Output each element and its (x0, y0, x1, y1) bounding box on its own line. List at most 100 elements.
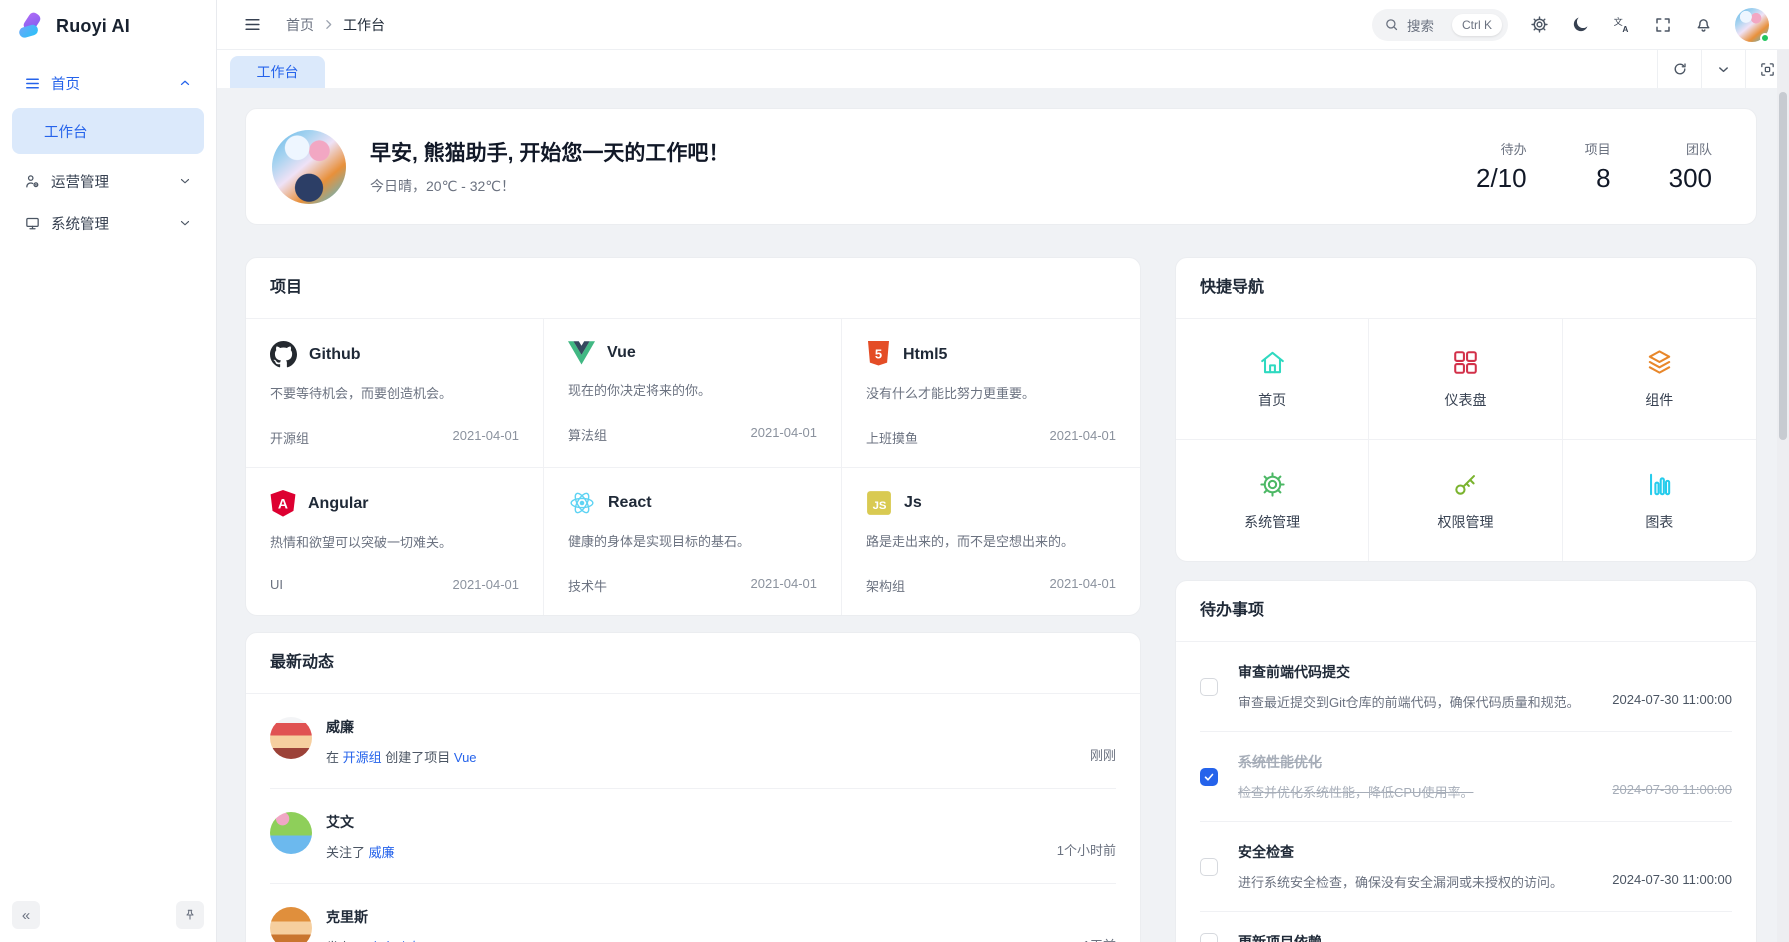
project-group: 架构组 (866, 576, 905, 595)
sidebar-item-operations[interactable]: 运营管理 (12, 160, 204, 202)
project-date: 2021-04-01 (453, 428, 520, 447)
project-date: 2021-04-01 (1050, 428, 1117, 447)
svg-text:JS: JS (873, 500, 887, 512)
quick-nav-dashboard[interactable]: 仪表盘 (1369, 319, 1562, 440)
tab-label: 工作台 (257, 62, 299, 82)
todo-title: 安全检查 (1238, 842, 1732, 862)
tab-workbench[interactable]: 工作台 (230, 56, 325, 88)
project-group: 上班摸鱼 (866, 428, 918, 447)
project-card-angular[interactable]: A Angular 热情和欲望可以突破一切难关。 UI 2021-04-01 (246, 468, 544, 615)
welcome-stats: 待办 2/10 项目 8 团队 300 (1476, 139, 1712, 194)
main-area: 首页 工作台 搜索 Ctrl K (217, 0, 1789, 942)
activity-link[interactable]: 开源组 (343, 750, 382, 765)
toggle-sidebar-button[interactable] (243, 15, 262, 34)
quick-nav-home[interactable]: 首页 (1176, 319, 1369, 440)
todo-checkbox[interactable] (1200, 858, 1218, 876)
tab-tools (1657, 50, 1789, 88)
svg-text:5: 5 (875, 347, 882, 362)
home-icon (1258, 348, 1287, 377)
dark-mode-button[interactable] (1571, 15, 1590, 34)
activity-time: 1天前 (1083, 935, 1116, 942)
activity-desc: 关注了 威廉 (326, 842, 1043, 861)
tab-options-button[interactable] (1701, 50, 1745, 88)
chevron-up-icon (178, 76, 192, 90)
scrollbar-thumb[interactable] (1779, 92, 1787, 440)
search-input[interactable]: 搜索 Ctrl K (1372, 9, 1508, 41)
todo-list: 审查前端代码提交 审查最近提交到Git仓库的前端代码，确保代码质量和规范。 20… (1176, 642, 1756, 942)
app-title: Ruoyi AI (56, 16, 130, 37)
search-icon (1384, 17, 1399, 32)
project-card-react[interactable]: React 健康的身体是实现目标的基石。 技术牛 2021-04-01 (544, 468, 842, 615)
user-avatar[interactable] (1735, 8, 1769, 42)
sidebar-item-label: 首页 (51, 73, 80, 94)
notifications-button[interactable] (1694, 15, 1713, 34)
topbar: 首页 工作台 搜索 Ctrl K (217, 0, 1789, 50)
quick-nav-charts[interactable]: 图表 (1563, 440, 1756, 561)
projects-grid: Github 不要等待机会，而要创造机会。 开源组 2021-04-01 (246, 319, 1140, 615)
user-big-avatar (272, 130, 346, 204)
quick-nav-card: 快捷导航 首页 (1175, 257, 1757, 562)
monitor-icon (24, 215, 41, 232)
angular-icon: A (270, 490, 296, 517)
logo[interactable]: Ruoyi AI (0, 0, 216, 52)
project-group: 算法组 (568, 425, 607, 444)
todo-checkbox[interactable] (1200, 768, 1218, 786)
welcome-banner: 早安, 熊猫助手, 开始您一天的工作吧！ 今日晴，20℃ - 32℃！ 待办 2… (245, 108, 1757, 225)
svg-text:文: 文 (1614, 16, 1623, 27)
gear-icon (1530, 15, 1549, 34)
quick-nav-title: 快捷导航 (1176, 258, 1756, 319)
todo-date: 2024-07-30 11:00:00 (1612, 782, 1732, 801)
user-gear-icon (24, 173, 41, 190)
sidebar-item-workbench[interactable]: 工作台 (12, 108, 204, 154)
quick-nav-system[interactable]: 系统管理 (1176, 440, 1369, 561)
svg-text:A: A (278, 495, 288, 511)
chevron-down-icon (178, 174, 192, 188)
activity-item: 克里斯 发布了 个人动态 1天前 (270, 883, 1116, 942)
fullscreen-button[interactable] (1654, 16, 1672, 34)
project-card-github[interactable]: Github 不要等待机会，而要创造机会。 开源组 2021-04-01 (246, 319, 544, 468)
project-card-js[interactable]: JS Js 路是走出来的，而不是空想出来的。 架构组 2021-04-01 (842, 468, 1140, 615)
quick-nav-grid: 首页 (1176, 319, 1756, 561)
fullscreen-icon (1654, 16, 1672, 34)
sidebar-item-system[interactable]: 系统管理 (12, 202, 204, 244)
activity-link[interactable]: 威廉 (369, 845, 395, 860)
project-group: 技术牛 (568, 576, 607, 595)
page-scrollbar[interactable] (1777, 50, 1789, 942)
activity-time: 1个小时前 (1057, 840, 1116, 859)
project-card-html5[interactable]: 5 Html5 没有什么才能比努力更重要。 上班摸鱼 2021-04-01 (842, 319, 1140, 468)
avatar (270, 907, 312, 942)
activity-item: 艾文 关注了 威廉 1个小时前 (270, 788, 1116, 883)
search-shortcut: Ctrl K (1452, 14, 1502, 36)
dashboard-icon (1451, 348, 1480, 377)
todo-checkbox[interactable] (1200, 933, 1218, 942)
todo-item: 系统性能优化 检查并优化系统性能，降低CPU使用率。 2024-07-30 11… (1200, 731, 1732, 821)
project-card-vue[interactable]: Vue 现在的你决定将来的你。 算法组 2021-04-01 (544, 319, 842, 468)
settings-button[interactable] (1530, 15, 1549, 34)
todo-item: 审查前端代码提交 审查最近提交到Git仓库的前端代码，确保代码质量和规范。 20… (1200, 642, 1732, 731)
project-group: 开源组 (270, 428, 309, 447)
activity-link[interactable]: Vue (454, 750, 477, 765)
collapse-sidebar-icon: « (22, 907, 30, 924)
svg-text:A: A (1622, 24, 1628, 34)
todo-checkbox[interactable] (1200, 678, 1218, 696)
sidebar-item-home[interactable]: 首页 (12, 62, 204, 104)
quick-nav-permissions[interactable]: 权限管理 (1369, 440, 1562, 561)
todo-title: 系统性能优化 (1238, 752, 1732, 772)
todo-date: 2024-07-30 11:00:00 (1612, 872, 1732, 891)
pin-sidebar-button[interactable] (176, 901, 204, 929)
activity-card: 最新动态 威廉 在 开源组 创建了项目 Vue 刚刚 (245, 632, 1141, 942)
menu-lines-icon (24, 75, 41, 92)
todos-card: 待办事项 审查前端代码提交 审查最近提交到Git仓库的前端代码，确保代码质量和规… (1175, 580, 1757, 942)
collapse-sidebar-button[interactable]: « (12, 901, 40, 929)
refresh-tab-button[interactable] (1657, 50, 1701, 88)
welcome-title: 早安, 熊猫助手, 开始您一天的工作吧！ (370, 137, 729, 167)
moon-icon (1571, 15, 1590, 34)
sidebar-item-label: 运营管理 (51, 171, 109, 192)
sidebar-footer: « (0, 888, 216, 942)
quick-nav-components[interactable]: 组件 (1563, 319, 1756, 440)
breadcrumb-separator-icon (322, 18, 335, 31)
translate-icon: 文 A (1612, 15, 1632, 35)
breadcrumb-home[interactable]: 首页 (286, 15, 314, 35)
language-button[interactable]: 文 A (1612, 15, 1632, 35)
project-date: 2021-04-01 (1050, 576, 1117, 595)
